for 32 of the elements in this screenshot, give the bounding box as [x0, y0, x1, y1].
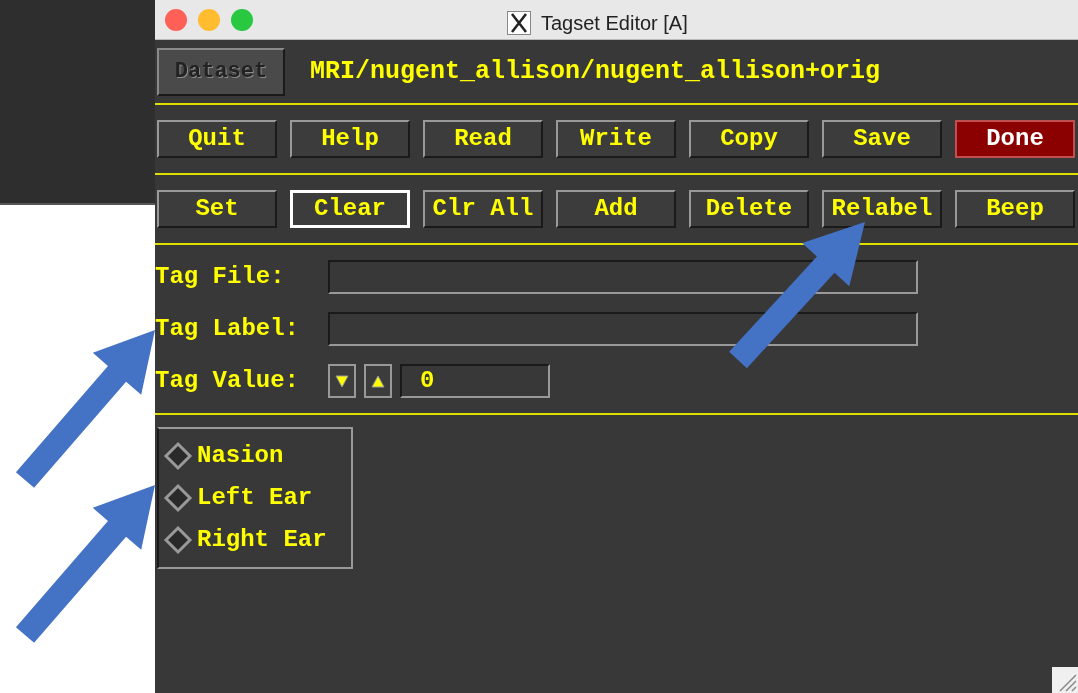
input-field[interactable]: [328, 260, 918, 294]
button[interactable]: Clear: [290, 190, 410, 228]
button[interactable]: Read: [423, 120, 543, 158]
radio-option[interactable]: Nasion: [163, 435, 351, 477]
input-field[interactable]: [328, 312, 918, 346]
arrow-icon: [15, 330, 155, 488]
button[interactable]: Set: [157, 190, 277, 228]
button[interactable]: Done: [955, 120, 1075, 158]
x-logo-icon: [507, 11, 531, 35]
button[interactable]: Add: [556, 190, 676, 228]
decrement-button[interactable]: [328, 364, 356, 398]
increment-button[interactable]: [364, 364, 392, 398]
arrow-icon: [729, 222, 865, 369]
field-label: Tag File:: [155, 262, 286, 292]
button[interactable]: Relabel: [822, 190, 942, 228]
button[interactable]: Clr All: [423, 190, 543, 228]
button[interactable]: Write: [556, 120, 676, 158]
button[interactable]: Delete: [689, 190, 809, 228]
window-title: Tagset Editor [A]: [541, 11, 688, 36]
value-field[interactable]: 0: [400, 364, 550, 398]
radio-option[interactable]: Right Ear: [163, 519, 351, 561]
button[interactable]: Beep: [955, 190, 1075, 228]
button[interactable]: Save: [822, 120, 942, 158]
button[interactable]: Copy: [689, 120, 809, 158]
button[interactable]: Help: [290, 120, 410, 158]
field-label: Tag Value:: [155, 366, 301, 396]
field-label: Tag Label:: [155, 314, 301, 344]
resize-grip-icon[interactable]: [1052, 667, 1078, 693]
dataset-path: MRI/nugent_allison/nugent_allison+orig: [310, 55, 881, 88]
button[interactable]: Quit: [157, 120, 277, 158]
arrow-icon: [15, 485, 155, 643]
radio-option[interactable]: Left Ear: [163, 477, 351, 519]
